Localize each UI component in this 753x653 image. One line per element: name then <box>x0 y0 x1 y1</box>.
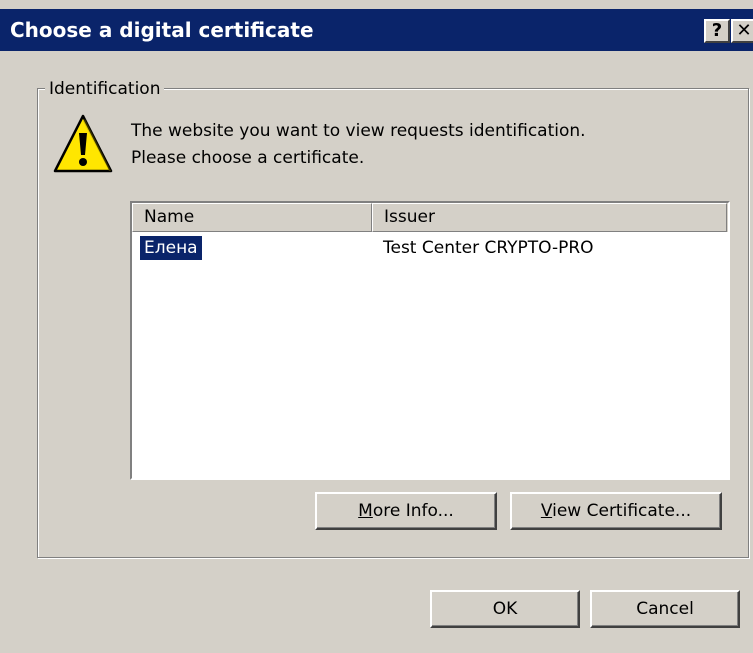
certificate-name-cell[interactable]: Елена <box>139 235 203 261</box>
column-header-name[interactable]: Name <box>132 203 372 232</box>
more-info-label: ore Info... <box>372 501 454 521</box>
dialog-title: Choose a digital certificate <box>10 18 314 42</box>
view-certificate-mnemonic: V <box>540 501 553 521</box>
certificate-issuer-cell[interactable]: Test Center CRYPTO-PRO <box>383 236 594 260</box>
column-header-issuer[interactable]: Issuer <box>372 203 727 232</box>
close-button[interactable]: ✕ <box>731 19 753 43</box>
close-icon: ✕ <box>736 20 752 41</box>
list-item[interactable]: Елена Test Center CRYPTO-PRO <box>132 234 728 262</box>
message-line-2: Please choose a certificate. <box>131 148 365 168</box>
identification-message: The website you want to view requests id… <box>131 118 586 172</box>
view-certificate-label: iew Certificate... <box>552 501 692 521</box>
more-info-mnemonic: M <box>358 501 373 521</box>
title-bar[interactable]: Choose a digital certificate ? ✕ <box>0 9 753 51</box>
warning-icon <box>53 114 113 173</box>
view-certificate-button[interactable]: View Certificate... <box>510 492 722 530</box>
help-button[interactable]: ? <box>704 19 730 43</box>
more-info-button[interactable]: More Info... <box>315 492 497 530</box>
cancel-button[interactable]: Cancel <box>590 590 740 628</box>
certificate-dialog: Choose a digital certificate ? ✕ Identif… <box>0 0 753 653</box>
ok-button[interactable]: OK <box>430 590 580 628</box>
help-icon: ? <box>711 20 723 41</box>
certificate-list[interactable]: Name Issuer Елена Test Center CRYPTO-PRO <box>130 201 730 480</box>
group-legend: Identification <box>45 76 165 102</box>
message-line-1: The website you want to view requests id… <box>131 121 586 141</box>
list-header: Name Issuer <box>132 203 728 232</box>
